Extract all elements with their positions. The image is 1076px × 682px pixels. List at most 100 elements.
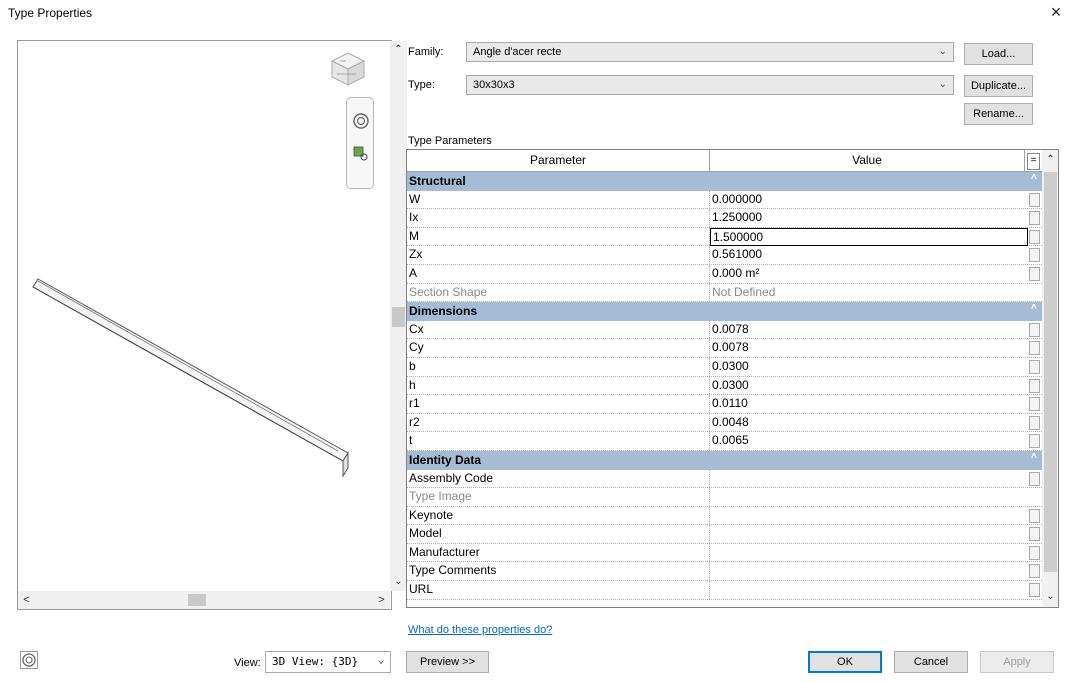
type-select[interactable]: 30x30x3 ⌄ (466, 75, 954, 95)
preview-button[interactable]: Preview >> (406, 651, 489, 673)
column-divider (709, 209, 710, 227)
parameter-row[interactable]: Ix 1.250000 (407, 209, 1042, 228)
parameter-value[interactable]: 0.0110 (712, 396, 1027, 410)
scroll-down-icon[interactable]: ⌄ (390, 573, 407, 590)
scroll-thumb[interactable] (1044, 172, 1057, 572)
parameter-row[interactable]: W 0.000000 (407, 190, 1042, 210)
associate-parameter-button[interactable] (1029, 434, 1040, 449)
steering-wheel-icon[interactable] (352, 112, 370, 130)
parameter-row[interactable]: h 0.0300 (407, 376, 1042, 396)
parameter-value[interactable]: 0.0300 (712, 359, 1027, 373)
associate-parameter-button[interactable] (1029, 415, 1040, 430)
parameter-value[interactable]: 0.0065 (712, 433, 1027, 447)
parameter-row[interactable]: A 0.000 m² (407, 264, 1042, 284)
parameter-name: r2 (409, 414, 420, 429)
equals-button[interactable]: = (1027, 153, 1040, 170)
associate-parameter-button[interactable] (1029, 527, 1040, 542)
parameter-row[interactable]: Cx 0.0078 (407, 320, 1042, 340)
parameter-row[interactable]: b 0.0300 (407, 357, 1042, 377)
parameter-row[interactable]: Zx 0.561000 (407, 246, 1042, 265)
scroll-right-icon[interactable]: > (373, 591, 390, 609)
close-button[interactable]: × (1044, 2, 1068, 24)
preview-pane[interactable]: FRONT RIGHT TOP ⌃ ⌄ < > (17, 40, 407, 610)
scroll-up-icon[interactable]: ⌃ (1042, 150, 1058, 170)
steering-wheel-icon[interactable] (20, 651, 38, 669)
associate-parameter-button[interactable] (1029, 322, 1040, 337)
parameter-value[interactable]: 1.250000 (712, 210, 1027, 224)
scroll-thumb[interactable] (392, 307, 405, 327)
collapse-icon[interactable]: ˄ (1031, 451, 1037, 462)
parameter-value[interactable]: 0.000 m² (712, 266, 1027, 280)
rename-button[interactable]: Rename... (964, 103, 1033, 125)
parameter-row[interactable]: Section Shape Not Defined (407, 283, 1042, 303)
parameter-name: A (409, 265, 418, 280)
parameter-value[interactable]: 0.0078 (712, 322, 1027, 336)
preview-horizontal-scrollbar[interactable]: < > (18, 591, 390, 609)
parameter-value[interactable]: 0.0300 (712, 378, 1027, 392)
scroll-left-icon[interactable]: < (18, 591, 35, 609)
column-header-parameter[interactable]: Parameter (407, 150, 710, 172)
parameter-name: M (409, 228, 419, 243)
cancel-button[interactable]: Cancel (894, 651, 968, 673)
parameter-row[interactable]: Model (407, 525, 1042, 544)
parameter-name: r1 (409, 396, 420, 411)
group-header[interactable]: Structural ˄ (407, 172, 1042, 191)
associate-parameter-button[interactable] (1029, 248, 1040, 263)
collapse-icon[interactable]: ˄ (1031, 172, 1037, 183)
apply-button[interactable]: Apply (980, 651, 1054, 673)
scroll-thumb[interactable] (188, 594, 206, 606)
parameter-row[interactable]: Manufacturer (407, 543, 1042, 563)
zoom-region-icon[interactable] (353, 146, 369, 162)
associate-parameter-button[interactable] (1029, 378, 1040, 393)
group-header[interactable]: Identity Data ˄ (407, 450, 1042, 470)
associate-parameter-button[interactable] (1029, 471, 1040, 486)
family-select[interactable]: Angle d'acer recte ⌄ (466, 42, 954, 62)
associate-parameter-button[interactable] (1029, 341, 1040, 356)
associate-parameter-button[interactable] (1029, 564, 1040, 579)
parameter-row[interactable]: M 1.500000 (407, 227, 1042, 247)
ok-button[interactable]: OK (808, 651, 882, 673)
associate-parameter-button[interactable] (1029, 508, 1040, 523)
associate-parameter-button[interactable] (1029, 397, 1040, 412)
scroll-down-icon[interactable]: ⌄ (1042, 587, 1058, 607)
view-select[interactable]: 3D View: {3D} ⌄ (265, 651, 391, 673)
parameter-row[interactable]: Type Comments (407, 562, 1042, 582)
associate-parameter-button[interactable] (1029, 229, 1040, 244)
load-button[interactable]: Load... (964, 43, 1033, 65)
viewcube-icon[interactable]: FRONT RIGHT TOP (330, 51, 366, 87)
associate-parameter-button[interactable] (1029, 192, 1040, 207)
column-header-value[interactable]: Value (710, 150, 1025, 172)
duplicate-button[interactable]: Duplicate... (964, 75, 1033, 97)
scroll-up-icon[interactable]: ⌃ (390, 41, 407, 58)
family-label: Family: (408, 46, 444, 58)
parameter-value[interactable]: 0.561000 (712, 247, 1027, 261)
group-header[interactable]: Dimensions ˄ (407, 302, 1042, 321)
column-divider (709, 320, 710, 339)
parameter-value[interactable]: 0.0048 (712, 415, 1027, 429)
preview-vertical-scrollbar[interactable]: ⌃ ⌄ (390, 41, 407, 591)
parameter-name: Cy (409, 340, 424, 355)
associate-parameter-button[interactable] (1029, 211, 1040, 226)
associate-parameter-button[interactable] (1029, 359, 1040, 374)
type-parameters-grid[interactable]: Parameter Value = Structural ˄ W 0.000000 Ix… (406, 149, 1059, 608)
beam-3d-preview (32, 278, 349, 478)
parameter-row[interactable]: Cy 0.0078 (407, 339, 1042, 358)
parameter-value[interactable]: 0.0078 (712, 340, 1027, 354)
collapse-icon[interactable]: ˄ (1031, 302, 1037, 313)
grid-vertical-scrollbar[interactable]: ⌃ ⌄ (1042, 150, 1058, 607)
column-divider (709, 525, 710, 543)
associate-parameter-button[interactable] (1029, 545, 1040, 560)
chevron-down-icon: ⌄ (377, 655, 384, 666)
parameter-row[interactable]: r1 0.0110 (407, 395, 1042, 414)
parameter-row[interactable]: Assembly Code (407, 469, 1042, 489)
parameter-row[interactable]: t 0.0065 (407, 432, 1042, 451)
parameter-row[interactable]: Keynote (407, 506, 1042, 526)
associate-parameter-button[interactable] (1029, 583, 1040, 598)
associate-parameter-button[interactable] (1029, 266, 1040, 281)
parameter-row[interactable]: r2 0.0048 (407, 413, 1042, 433)
parameter-row[interactable]: Type Image (407, 488, 1042, 507)
parameter-value-input[interactable]: 1.500000 (710, 227, 1028, 246)
help-link[interactable]: What do these properties do? (408, 624, 552, 636)
parameter-value[interactable]: 0.000000 (712, 192, 1027, 206)
parameter-row[interactable]: URL (407, 581, 1042, 600)
